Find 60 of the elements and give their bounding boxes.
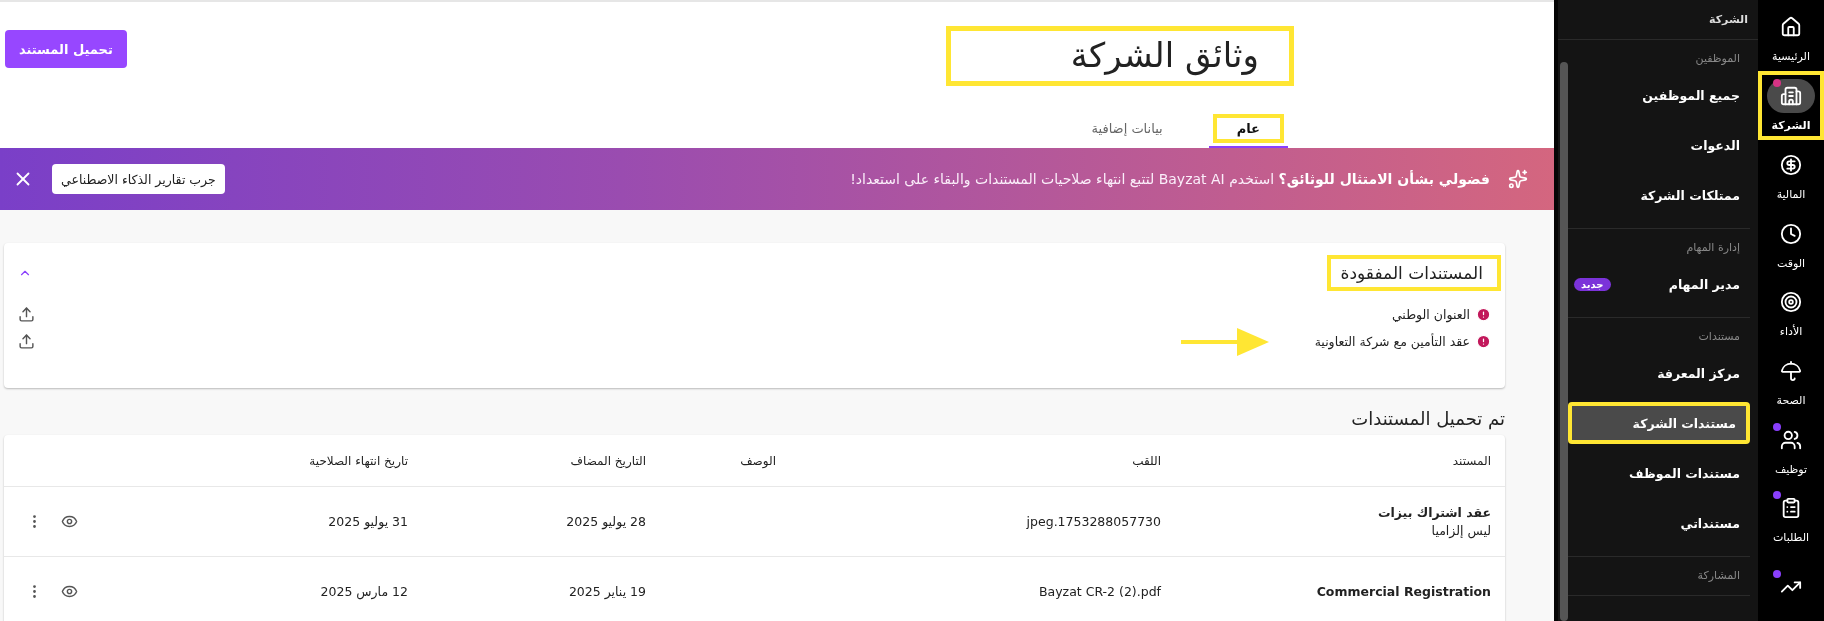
nav-item[interactable]: الدعوات [1568, 120, 1750, 170]
nav-item[interactable]: مستندات الشركة [1568, 402, 1750, 444]
view-icon[interactable] [61, 583, 78, 600]
missing-document: عقد التأمين مع شركة التعاونية [1314, 334, 1470, 349]
page-title: وثائق الشركة [945, 26, 1294, 86]
table-cell-text: 12 مارس 2025 [319, 584, 408, 599]
column-header: اللقب [1131, 453, 1161, 468]
column-header: الوصف [739, 453, 776, 468]
nav-item[interactable]: مستندات الموظف [1568, 448, 1750, 498]
view-icon[interactable] [61, 513, 78, 530]
column-header: التاريخ المضاف [569, 453, 646, 468]
rail-item[interactable]: توظيف [1758, 414, 1824, 484]
tab[interactable]: بيانات إضافية [1067, 110, 1187, 148]
rail-item[interactable]: الطلبات [1758, 483, 1824, 553]
rail-item[interactable]: الصحة [1758, 346, 1824, 415]
document-name: عقد اشتراك بيزات [1376, 505, 1491, 520]
building-icon [1780, 84, 1802, 107]
try-ai-reports-button[interactable]: جرب تقارير الذكاء الاصطناعي [52, 164, 225, 194]
section-title: الموظفين [1695, 52, 1741, 67]
nav-item[interactable]: مدير المهام جديد [1568, 259, 1750, 309]
section-heading: تم تحميل المستندات [1350, 408, 1505, 429]
rail-item[interactable]: الرئيسية [1758, 2, 1824, 71]
clock-icon [1780, 222, 1802, 245]
upload-icon[interactable] [18, 306, 35, 323]
column-header: المستند [1451, 453, 1491, 468]
document-note: ليس إلزاميا [1430, 523, 1491, 538]
upload-icon[interactable] [18, 333, 35, 350]
rail-item[interactable]: المالية [1758, 140, 1824, 209]
nav-title: الشركة [1709, 13, 1748, 26]
table-cell-text: 19 يناير 2025 [567, 584, 646, 599]
people-icon [1780, 428, 1802, 451]
table-cell-text: 1753288057730.jpeg [1025, 514, 1161, 529]
warning-icon [1476, 307, 1491, 322]
table-cell-text: 28 يوليو 2025 [565, 514, 646, 529]
table-cell-text: 31 يوليو 2025 [327, 514, 408, 529]
section-title: إدارة المهام [1686, 241, 1741, 256]
table-cell-text: Bayzat CR-2 (2).pdf [1037, 584, 1161, 599]
target-icon [1780, 291, 1802, 314]
section-title: مستندات [1698, 330, 1741, 345]
dollar-icon [1780, 153, 1802, 176]
new-badge: جديد [1574, 277, 1611, 291]
sparkle-icon [1508, 169, 1528, 189]
missing-document: العنوان الوطني [1391, 307, 1470, 322]
card-title: المستندات المفقودة [1326, 255, 1501, 291]
section-title: المشاركة [1697, 569, 1741, 584]
column-header: تاريخ انتهاء الصلاحية [308, 453, 408, 468]
banner-text: فضولي بشأن الامتثال للوثائق؟ استخدم Bayzat AI لتتبع انتهاء صلاحيات المستندات والبقاء على استعداد! [850, 171, 1490, 187]
upload-document-button[interactable]: تحميل المستند [5, 30, 127, 68]
warning-icon [1476, 334, 1491, 349]
nav-item[interactable]: مستنداتي [1568, 498, 1750, 548]
scrollbar[interactable] [1560, 62, 1568, 621]
home-icon [1780, 15, 1802, 38]
rail-item[interactable]: الوقت [1758, 208, 1824, 278]
document-name: Commercial Registration [1315, 584, 1491, 599]
clipboard-icon [1780, 497, 1802, 520]
nav-item[interactable]: مركز المعرفة [1568, 348, 1750, 398]
rail-item[interactable]: الأداء [1758, 277, 1824, 347]
nav-item[interactable]: جميع الموظفين [1568, 70, 1750, 120]
nav-item[interactable]: ممتلكات الشركة [1568, 170, 1750, 220]
umbrella-icon [1780, 360, 1802, 383]
